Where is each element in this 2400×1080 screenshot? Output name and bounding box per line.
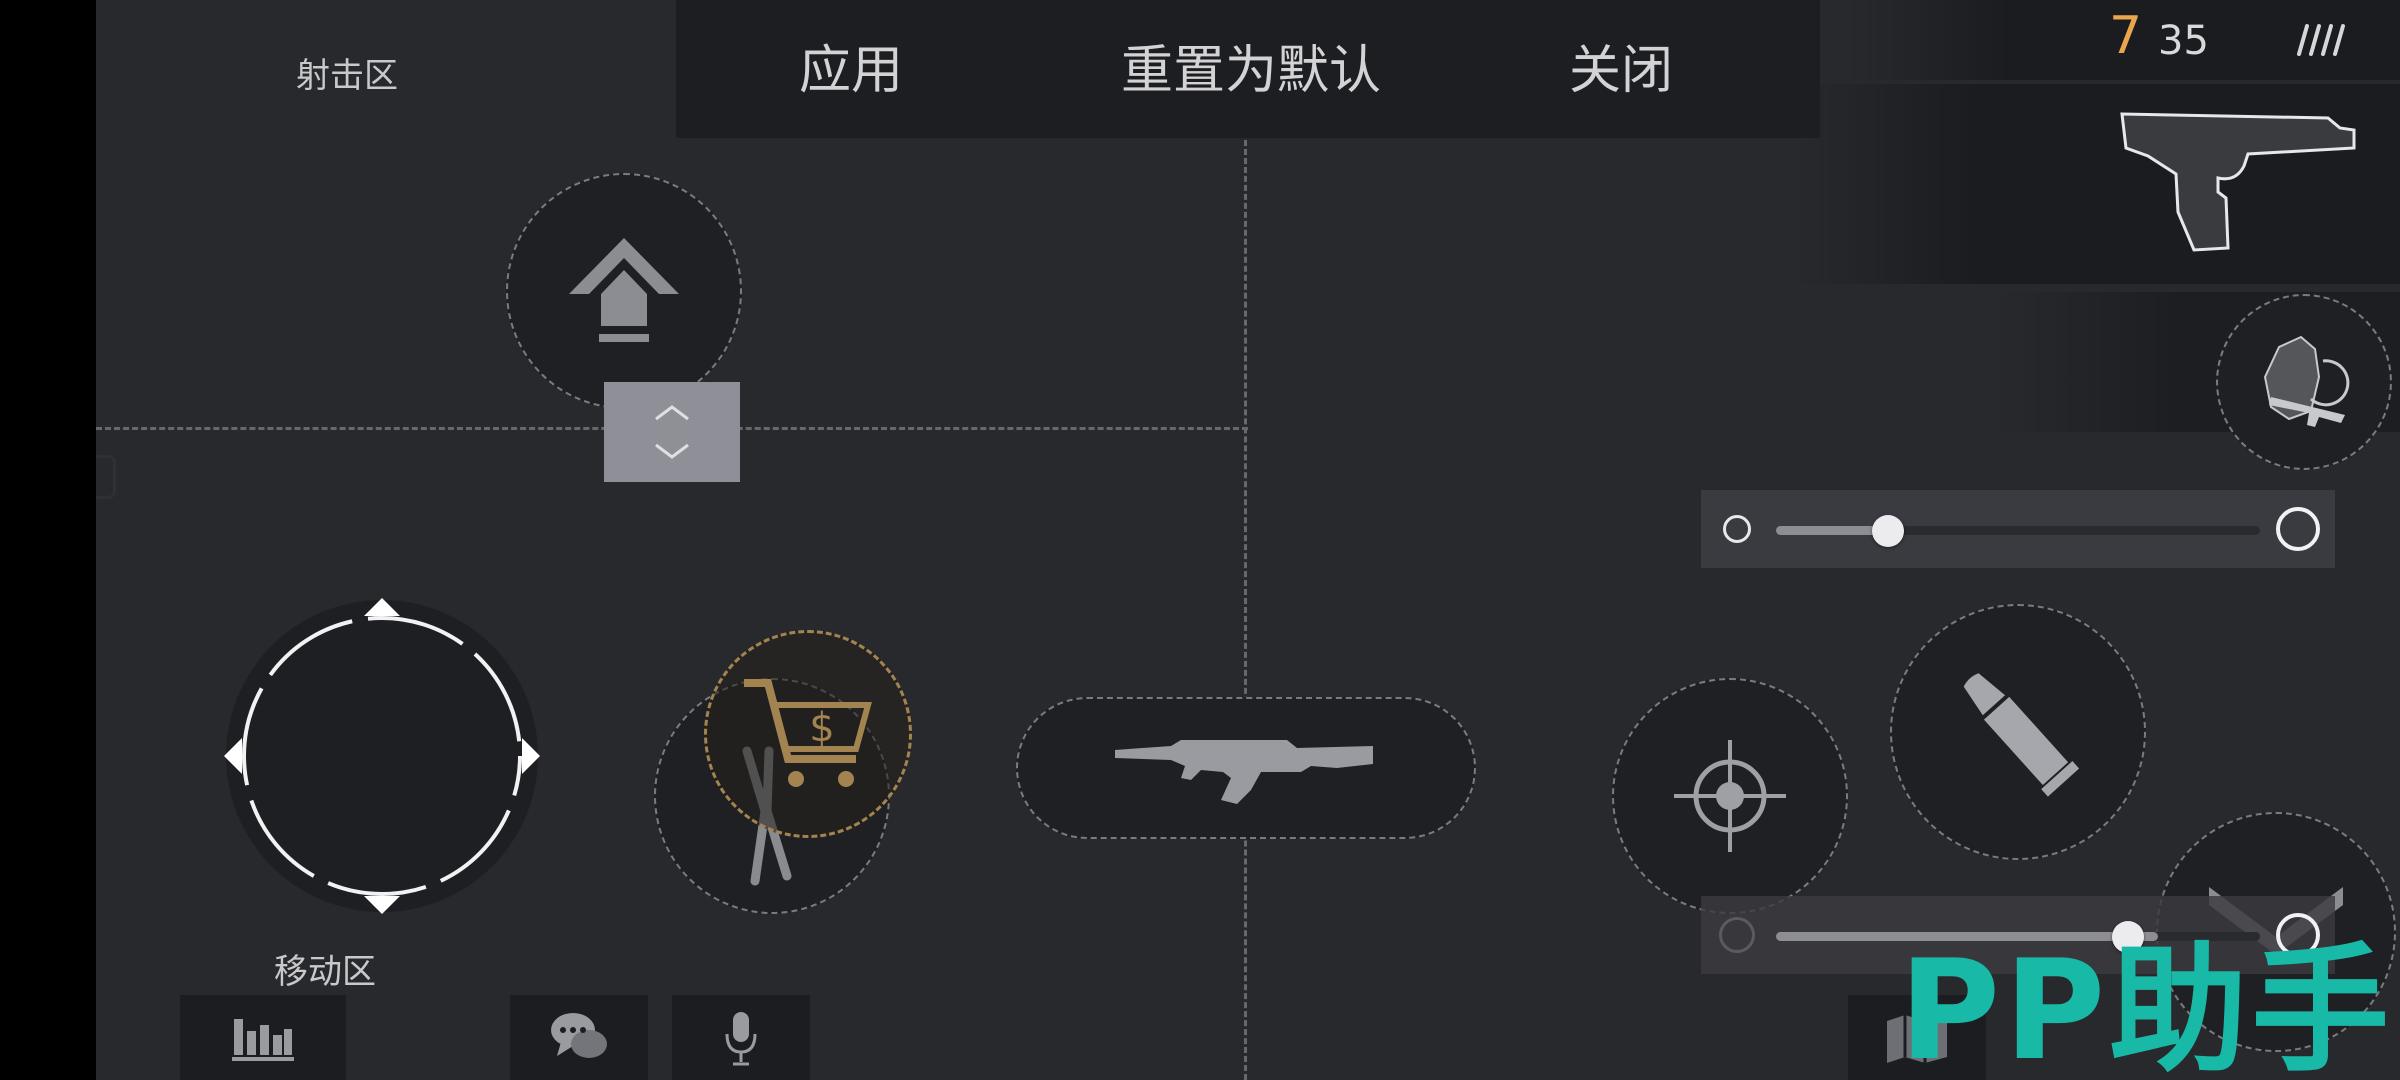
mic-icon: [725, 1011, 757, 1065]
weapon-switch-button[interactable]: [1016, 697, 1476, 839]
rifle-ak-icon: [1115, 740, 1373, 804]
map-icon: [1887, 1014, 1947, 1063]
opacity-high-icon: [2276, 913, 2320, 957]
close-button[interactable]: 关闭: [1506, 0, 1736, 130]
pistol-icon: [2120, 112, 2356, 252]
jump-icon: [569, 238, 679, 342]
size-slider-track[interactable]: [1776, 526, 2260, 535]
current-weapon-panel[interactable]: [1796, 84, 2400, 284]
aim-crosshair-icon: [1674, 740, 1786, 852]
size-small-icon: [1723, 515, 1751, 543]
grenade-swap-icon: [2263, 335, 2350, 427]
opacity-slider-knob[interactable]: [2112, 921, 2144, 953]
shop-button[interactable]: $: [704, 630, 912, 838]
reload-button[interactable]: [1890, 604, 2146, 860]
editor-toolbar: 应用 重置为默认 关闭: [676, 0, 1820, 138]
move-zone-label: 移动区: [274, 952, 376, 992]
ammo-reserve: 35: [2158, 18, 2209, 64]
reload-bullet-icon: [1963, 673, 2080, 797]
ammo-bullets-icon: [2293, 22, 2353, 62]
size-large-icon: [2276, 507, 2320, 551]
stats-button[interactable]: [180, 995, 346, 1080]
zone-divider-vertical: [1244, 140, 1247, 1080]
opacity-low-icon: [1719, 917, 1755, 953]
size-slider[interactable]: [1701, 490, 2335, 568]
shop-cart-icon: $: [744, 679, 872, 787]
joystick-icon: [224, 598, 540, 914]
aim-button[interactable]: [1612, 678, 1848, 914]
movement-joystick[interactable]: [222, 596, 542, 916]
stats-icon: [232, 1018, 294, 1061]
map-button[interactable]: [1848, 995, 1986, 1080]
reset-default-button[interactable]: 重置为默认: [1086, 0, 1416, 130]
apply-button[interactable]: 应用: [736, 0, 966, 130]
hud-layout-editor: 射击区 移动区 应用 重置为默认 关闭 $ 7 35 PP助手: [96, 0, 2400, 1080]
opacity-slider[interactable]: [1701, 896, 2335, 974]
resize-handle-icon: [655, 405, 689, 459]
opacity-slider-track[interactable]: [1776, 932, 2260, 941]
screen-edge-notch: [96, 455, 116, 499]
resize-handle[interactable]: [604, 382, 740, 482]
voice-button[interactable]: [672, 995, 810, 1080]
svg-text:$: $: [809, 705, 834, 751]
chat-button[interactable]: [510, 995, 648, 1080]
chat-icon: [551, 1012, 607, 1058]
size-slider-knob[interactable]: [1872, 515, 1904, 547]
grenade-swap-button[interactable]: [2216, 294, 2392, 470]
size-slider-fill: [1776, 526, 1888, 535]
opacity-slider-fill: [1776, 932, 2159, 941]
shoot-zone-label: 射击区: [296, 56, 398, 96]
ammo-current: 7: [2109, 6, 2143, 66]
jump-button[interactable]: [506, 173, 742, 409]
